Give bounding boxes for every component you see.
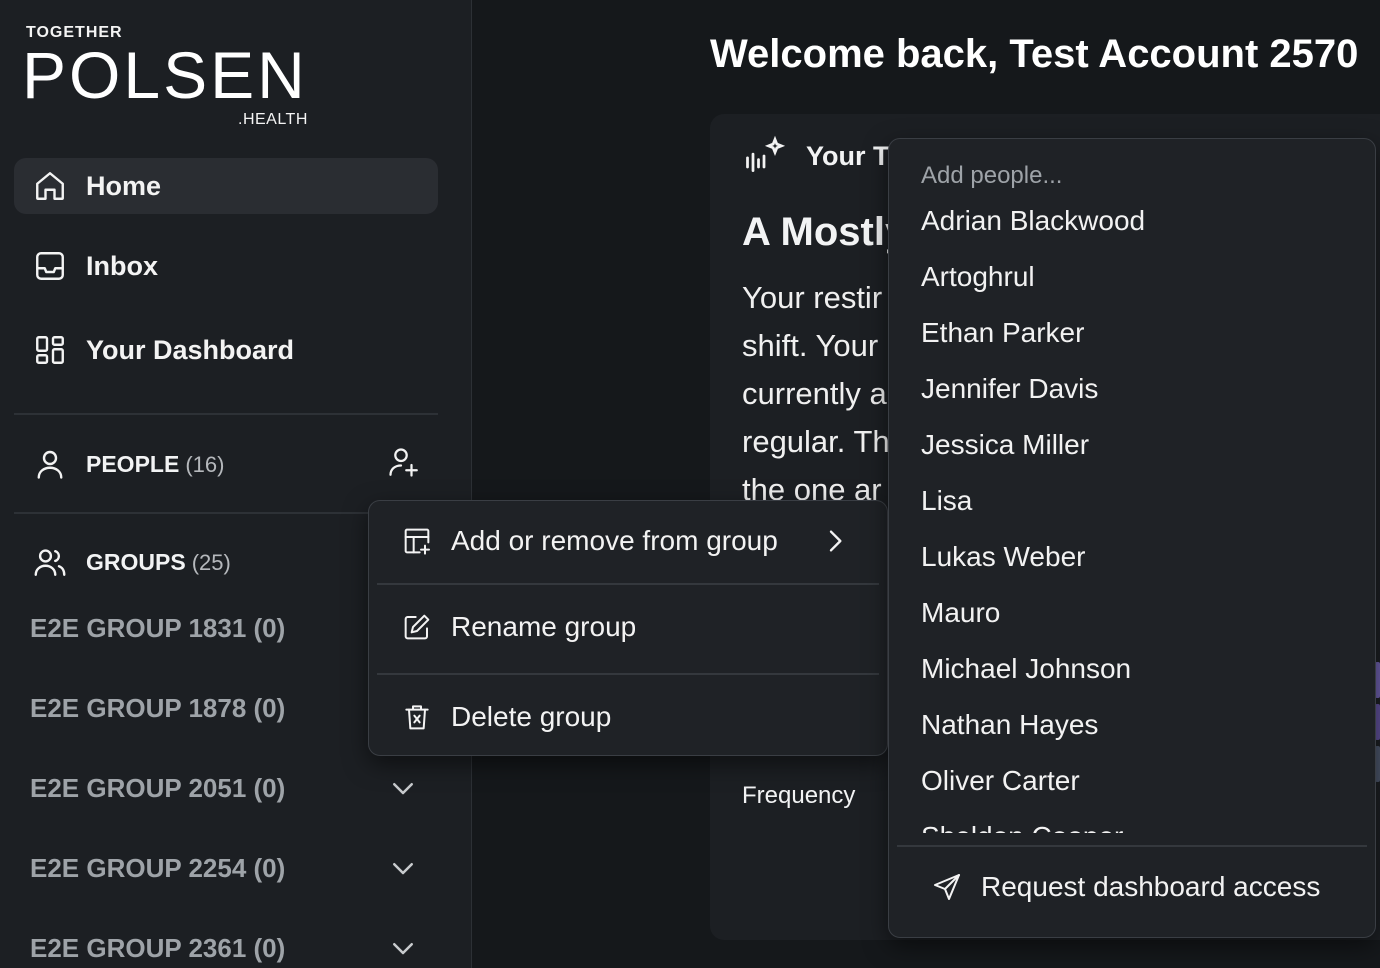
send-icon [934, 874, 960, 900]
logo-wordmark: POLSEN [22, 38, 308, 112]
request-access-label: Request dashboard access [981, 871, 1321, 902]
add-people-input[interactable] [921, 161, 1321, 191]
person-icon [37, 450, 63, 479]
people-section-label: PEOPLE [86, 450, 180, 477]
person-option[interactable]: Sheldon Cooper [889, 813, 1375, 833]
chevron-down-icon[interactable] [388, 853, 418, 883]
group-label: E2E GROUP 2051 (0) [30, 772, 286, 803]
people-list[interactable]: Adrian Blackwood Artoghrul Ethan Parker … [889, 197, 1375, 833]
trash-icon [405, 705, 429, 730]
person-option[interactable]: Jennifer Davis [889, 365, 1375, 421]
polsen-logo[interactable]: TOGETHER POLSEN .HEALTH [22, 22, 324, 132]
app-root: TOGETHER POLSEN .HEALTH Home Inbox Your … [0, 0, 1380, 968]
people-section-header[interactable]: PEOPLE (16) [14, 434, 438, 494]
home-icon [36, 172, 64, 200]
group-label: E2E GROUP 1831 (0) [30, 612, 286, 643]
chevron-down-icon[interactable] [388, 933, 418, 963]
add-person-icon[interactable] [386, 444, 422, 480]
nav-dashboard[interactable]: Your Dashboard [14, 322, 438, 378]
sidebar-divider [14, 413, 438, 415]
nav-inbox-label: Inbox [86, 250, 158, 281]
nav-home[interactable]: Home [14, 158, 438, 214]
dropdown-separator [897, 845, 1367, 847]
dashboard-icon [36, 336, 64, 364]
menu-item-label: Rename group [451, 611, 637, 642]
logo-suffix: .HEALTH [238, 111, 308, 128]
group-label: E2E GROUP 1878 (0) [30, 692, 286, 723]
person-option[interactable]: Michael Johnson [889, 645, 1375, 701]
people-section-count: (16) [185, 451, 225, 477]
welcome-heading: Welcome back, Test Account 2570 [710, 32, 1359, 76]
group-label: E2E GROUP 2361 (0) [30, 932, 286, 963]
people-group-icon [34, 549, 66, 576]
group-item[interactable]: E2E GROUP 2254 (0) [30, 846, 430, 890]
groups-section-label: GROUPS [86, 548, 186, 575]
frequency-label: Frequency [742, 782, 856, 809]
sparkle-waveform-icon [746, 135, 786, 173]
groups-section-count: (25) [191, 549, 231, 575]
people-picker-dropdown: Adrian Blackwood Artoghrul Ethan Parker … [888, 138, 1376, 938]
person-option[interactable]: Ethan Parker [889, 309, 1375, 365]
person-option[interactable]: Oliver Carter [889, 757, 1375, 813]
inbox-icon [36, 252, 64, 280]
nav-dashboard-label: Your Dashboard [86, 334, 295, 365]
person-option[interactable]: Lisa [889, 477, 1375, 533]
card-title: A Mostly [742, 210, 908, 254]
menu-separator [377, 583, 879, 585]
chevron-down-icon[interactable] [388, 773, 418, 803]
nav-home-label: Home [86, 170, 162, 201]
group-item[interactable]: E2E GROUP 2051 (0) [30, 766, 430, 810]
menu-delete-group[interactable]: Delete group [369, 677, 887, 757]
person-option[interactable]: Mauro [889, 589, 1375, 645]
person-option[interactable]: Artoghrul [889, 253, 1375, 309]
request-dashboard-access-button[interactable]: Request dashboard access [931, 871, 1320, 903]
nav-inbox[interactable]: Inbox [14, 238, 438, 294]
person-option[interactable]: Nathan Hayes [889, 701, 1375, 757]
menu-item-label: Delete group [451, 701, 612, 732]
person-option[interactable]: Adrian Blackwood [889, 197, 1375, 253]
table-add-icon [404, 528, 430, 555]
menu-separator [377, 673, 879, 675]
card-header: Your T [742, 134, 890, 178]
menu-item-label: Add or remove from group [451, 525, 778, 556]
person-option[interactable]: Jessica Miller [889, 421, 1375, 477]
group-context-menu: Add or remove from group Rename group De… [368, 500, 888, 756]
pencil-icon [404, 614, 430, 640]
group-label: E2E GROUP 2254 (0) [30, 852, 286, 883]
card-header-label: Your T [806, 140, 890, 171]
sidebar: TOGETHER POLSEN .HEALTH Home Inbox Your … [0, 0, 472, 968]
chevron-right-icon [829, 530, 842, 552]
menu-rename-group[interactable]: Rename group [369, 587, 887, 667]
person-option[interactable]: Lukas Weber [889, 533, 1375, 589]
group-item[interactable]: E2E GROUP 2361 (0) [30, 926, 430, 968]
menu-add-remove-group[interactable]: Add or remove from group [369, 501, 887, 581]
